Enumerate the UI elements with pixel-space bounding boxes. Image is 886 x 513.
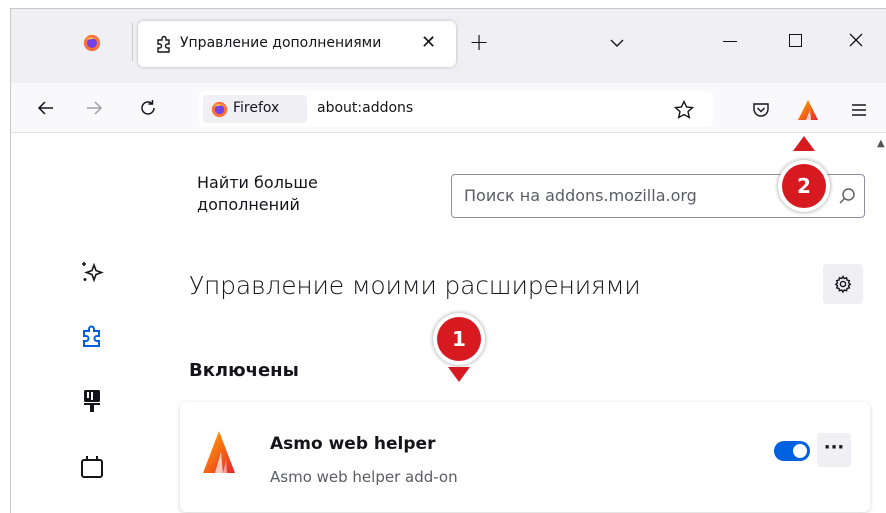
puzzle-icon [157,35,170,53]
page-title: Управление моими расширениями [189,271,641,300]
forward-icon[interactable] [83,97,105,119]
window-close-icon[interactable] [847,31,865,49]
themes-icon[interactable] [79,388,105,414]
callout-1-arrow [448,367,470,382]
tab-title: Управление дополнениями [180,35,382,51]
tab-separator [132,23,133,61]
nav-bar: Firefox about:addons [11,83,886,133]
url-bar[interactable]: Firefox about:addons [199,91,713,127]
search-icon[interactable] [838,187,856,205]
callout-2: 2 [778,160,830,212]
pocket-icon[interactable] [752,101,770,119]
tab-close-icon[interactable]: ✕ [421,32,436,53]
plugins-icon[interactable] [79,454,105,480]
bookmark-star-icon[interactable] [673,99,695,121]
back-icon[interactable] [35,97,57,119]
search-placeholder: Поиск на addons.mozilla.org [464,186,697,205]
extension-card[interactable]: Asmo web helper Asmo web helper add-on ·… [180,402,870,512]
more-options-button[interactable]: ··· [817,433,851,467]
tab-strip: Управление дополнениями ✕ + [11,9,886,83]
url-text[interactable]: about:addons [317,100,413,116]
recommendations-icon[interactable] [79,259,105,285]
firefox-view-icon[interactable] [83,34,101,52]
extension-description: Asmo web helper add-on [270,468,458,486]
gear-icon [834,275,852,293]
asmo-logo-icon [203,431,235,473]
firefox-icon [211,101,228,118]
identity-box[interactable]: Firefox [203,95,307,123]
scrollbar[interactable]: ▲ [876,134,886,513]
callout-1-number: 1 [437,317,481,361]
chevron-down-icon[interactable] [609,35,625,51]
maximize-icon[interactable] [789,34,802,47]
scroll-up-icon[interactable]: ▲ [877,138,885,149]
callout-1: 1 [433,313,485,365]
new-tab-icon[interactable]: + [469,30,489,54]
callout-2-arrow [793,136,815,151]
find-more-label: Найти больше дополнений [197,173,318,214]
extension-enable-toggle[interactable] [774,441,810,461]
minimize-icon[interactable] [723,41,737,42]
section-enabled-label: Включены [189,360,299,381]
reload-icon[interactable] [137,97,159,119]
settings-button[interactable] [823,264,863,304]
toggle-knob [793,444,807,458]
callout-2-number: 2 [782,164,826,208]
menu-icon[interactable] [851,103,867,117]
tab-addons[interactable]: Управление дополнениями ✕ [138,21,456,67]
asmo-extension-icon[interactable] [797,99,819,121]
extension-name[interactable]: Asmo web helper [270,434,435,454]
browser-window: Управление дополнениями ✕ + Firefox abou… [10,8,886,513]
extensions-icon[interactable] [79,323,105,349]
identity-label: Firefox [233,100,280,116]
